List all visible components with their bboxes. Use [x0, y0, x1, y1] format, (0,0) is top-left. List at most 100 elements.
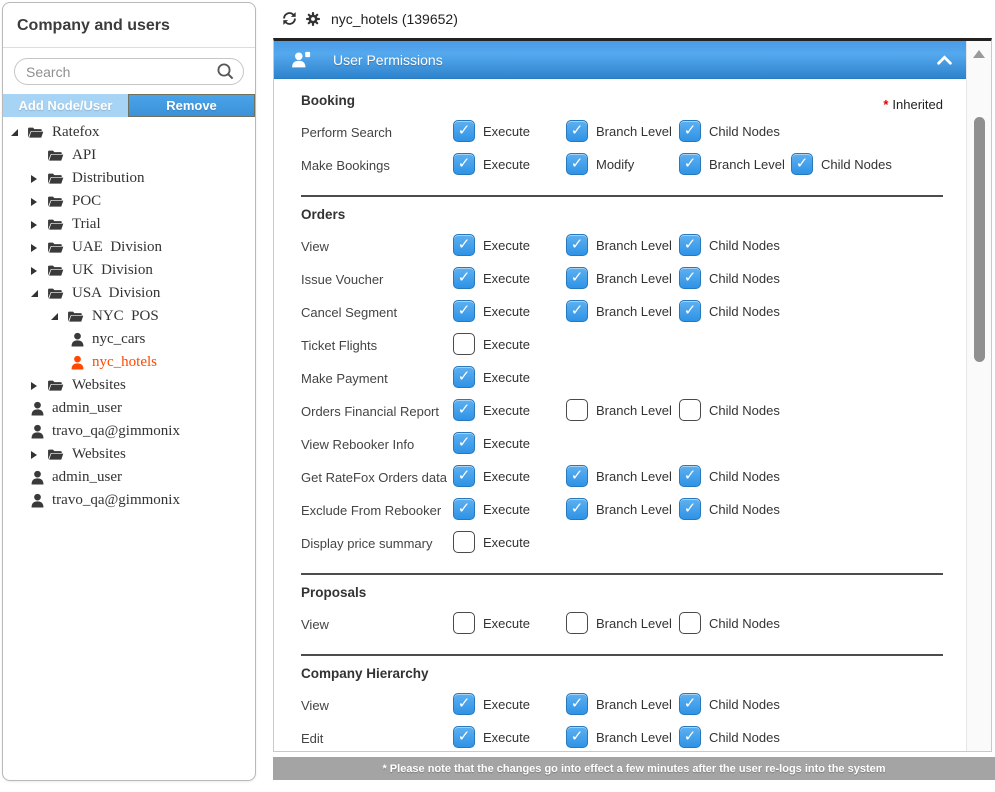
scrollbar-thumb[interactable]	[974, 117, 985, 362]
tree-item-api[interactable]: API	[3, 144, 255, 167]
permission-label: Orders Financial Report	[301, 404, 439, 419]
checkbox-orders-exclude-from-rebooker-child-nodes[interactable]: ✓	[679, 498, 701, 520]
collapsed-arrow-icon[interactable]	[31, 381, 47, 390]
checkbox-orders-get-ratefox-orders-data-child-nodes[interactable]: ✓	[679, 465, 701, 487]
permission-row-exclude-from-rebooker: Exclude From Rebooker ✓ Execute ✓ Branch Lev…	[301, 495, 943, 528]
permission-label: Make Bookings	[301, 158, 390, 173]
search-input[interactable]	[14, 58, 244, 85]
add-node-user-button[interactable]: Add Node/User	[3, 94, 128, 117]
tree-item-travo-qa-gimmonix[interactable]: travo_qa@gimmonix	[3, 420, 255, 443]
checkbox-proposals-view-child-nodes[interactable]	[679, 612, 701, 634]
checkbox-orders-exclude-from-rebooker-branch-level[interactable]: ✓	[566, 498, 588, 520]
tree-item-poc[interactable]: POC	[3, 190, 255, 213]
chevron-up-icon[interactable]	[937, 54, 952, 65]
checkbox-orders-cancel-segment-child-nodes[interactable]: ✓	[679, 300, 701, 322]
tree-item-usa-division[interactable]: USA Division	[3, 282, 255, 305]
collapsed-arrow-icon[interactable]	[31, 450, 47, 459]
section-title-company-hierarchy: Company Hierarchy	[301, 666, 429, 681]
user-permissions-header[interactable]: User Permissions	[274, 41, 966, 79]
checkbox-orders-view-execute[interactable]: ✓	[453, 234, 475, 256]
folder-icon	[47, 149, 64, 162]
checkbox-orders-get-ratefox-orders-data-branch-level[interactable]: ✓	[566, 465, 588, 487]
checkbox-orders-issue-voucher-branch-level[interactable]: ✓	[566, 267, 588, 289]
permission-label: Edit	[301, 731, 324, 746]
checkbox-label: Branch Level	[596, 271, 672, 286]
checkbox-orders-exclude-from-rebooker-execute[interactable]: ✓	[453, 498, 475, 520]
company-tree: Ratefox API Distribution POC Trial UAE Divisi…	[3, 117, 255, 512]
checkbox-company-hierarchy-edit-execute[interactable]: ✓	[453, 726, 475, 748]
inherited-note: * Inherited	[883, 97, 943, 112]
checkbox-orders-get-ratefox-orders-data-execute[interactable]: ✓	[453, 465, 475, 487]
permission-row-make-payment: Make Payment ✓ Execute	[301, 363, 943, 396]
collapsed-arrow-icon[interactable]	[31, 197, 47, 206]
checkbox-booking-make-bookings-execute[interactable]: ✓	[453, 153, 475, 175]
tree-item-admin-user[interactable]: admin_user	[3, 397, 255, 420]
permission-label: Make Payment	[301, 371, 388, 386]
checkbox-booking-make-bookings-branch-level[interactable]: ✓	[679, 153, 701, 175]
checkbox-orders-orders-financial-report-child-nodes[interactable]	[679, 399, 701, 421]
folder-icon	[47, 287, 64, 300]
folder-icon	[27, 126, 44, 139]
checkbox-label: Child Nodes	[709, 697, 780, 712]
permission-label: View Rebooker Info	[301, 437, 415, 452]
tree-item-admin-user[interactable]: admin_user	[3, 466, 255, 489]
checkbox-label: Child Nodes	[709, 403, 780, 418]
collapsed-arrow-icon[interactable]	[31, 174, 47, 183]
tree-item-label: admin_user	[52, 400, 122, 416]
checkbox-company-hierarchy-edit-child-nodes[interactable]: ✓	[679, 726, 701, 748]
tree-item-uk-division[interactable]: UK Division	[3, 259, 255, 282]
collapsed-arrow-icon[interactable]	[31, 220, 47, 229]
checkbox-company-hierarchy-edit-branch-level[interactable]: ✓	[566, 726, 588, 748]
refresh-icon[interactable]	[281, 10, 298, 27]
tree-item-nyc-hotels[interactable]: nyc_hotels	[3, 351, 255, 374]
scroll-up-icon[interactable]	[973, 50, 985, 58]
checkbox-booking-make-bookings-modify[interactable]: ✓	[566, 153, 588, 175]
tree-item-ratefox[interactable]: Ratefox	[3, 121, 255, 144]
checkbox-proposals-view-branch-level[interactable]	[566, 612, 588, 634]
tree-item-uae-division[interactable]: UAE Division	[3, 236, 255, 259]
tree-item-trial[interactable]: Trial	[3, 213, 255, 236]
checkbox-orders-display-price-summary-execute[interactable]	[453, 531, 475, 553]
permission-label: View	[301, 617, 329, 632]
checkbox-orders-ticket-flights-execute[interactable]	[453, 333, 475, 355]
permission-label: Display price summary	[301, 536, 433, 551]
checkbox-booking-perform-search-execute[interactable]: ✓	[453, 120, 475, 142]
tree-item-nyc-pos[interactable]: NYC POS	[3, 305, 255, 328]
checkbox-orders-make-payment-execute[interactable]: ✓	[453, 366, 475, 388]
checkbox-booking-perform-search-child-nodes[interactable]: ✓	[679, 120, 701, 142]
permission-row-view: View ✓ Execute ✓ Branch Level ✓ Child Nodes	[301, 231, 943, 264]
tree-item-nyc-cars[interactable]: nyc_cars	[3, 328, 255, 351]
tree-item-websites[interactable]: Websites	[3, 374, 255, 397]
tree-item-distribution[interactable]: Distribution	[3, 167, 255, 190]
checkbox-orders-issue-voucher-child-nodes[interactable]: ✓	[679, 267, 701, 289]
expanded-arrow-icon[interactable]	[31, 290, 47, 297]
checkbox-orders-cancel-segment-execute[interactable]: ✓	[453, 300, 475, 322]
checkbox-orders-cancel-segment-branch-level[interactable]: ✓	[566, 300, 588, 322]
search-icon[interactable]	[216, 62, 235, 86]
checkbox-label: Child Nodes	[821, 157, 892, 172]
checkbox-orders-view-branch-level[interactable]: ✓	[566, 234, 588, 256]
scrollbar[interactable]	[966, 41, 991, 751]
collapsed-arrow-icon[interactable]	[31, 266, 47, 275]
checkbox-proposals-view-execute[interactable]	[453, 612, 475, 634]
user-icon	[71, 332, 84, 347]
collapsed-arrow-icon[interactable]	[31, 243, 47, 252]
folder-icon	[47, 448, 64, 461]
expanded-arrow-icon[interactable]	[11, 129, 27, 136]
checkbox-orders-issue-voucher-execute[interactable]: ✓	[453, 267, 475, 289]
checkbox-orders-view-child-nodes[interactable]: ✓	[679, 234, 701, 256]
tree-item-websites[interactable]: Websites	[3, 443, 255, 466]
tree-item-travo-qa-gimmonix[interactable]: travo_qa@gimmonix	[3, 489, 255, 512]
checkbox-orders-orders-financial-report-execute[interactable]: ✓	[453, 399, 475, 421]
gear-icon[interactable]	[305, 11, 321, 27]
checkbox-company-hierarchy-view-branch-level[interactable]: ✓	[566, 693, 588, 715]
checkbox-company-hierarchy-view-child-nodes[interactable]: ✓	[679, 693, 701, 715]
checkbox-booking-make-bookings-child-nodes[interactable]: ✓	[791, 153, 813, 175]
checkbox-orders-orders-financial-report-branch-level[interactable]	[566, 399, 588, 421]
checkbox-label: Child Nodes	[709, 502, 780, 517]
expanded-arrow-icon[interactable]	[51, 313, 67, 320]
checkbox-booking-perform-search-branch-level[interactable]: ✓	[566, 120, 588, 142]
remove-button[interactable]: Remove	[128, 94, 255, 117]
checkbox-orders-view-rebooker-info-execute[interactable]: ✓	[453, 432, 475, 454]
checkbox-company-hierarchy-view-execute[interactable]: ✓	[453, 693, 475, 715]
